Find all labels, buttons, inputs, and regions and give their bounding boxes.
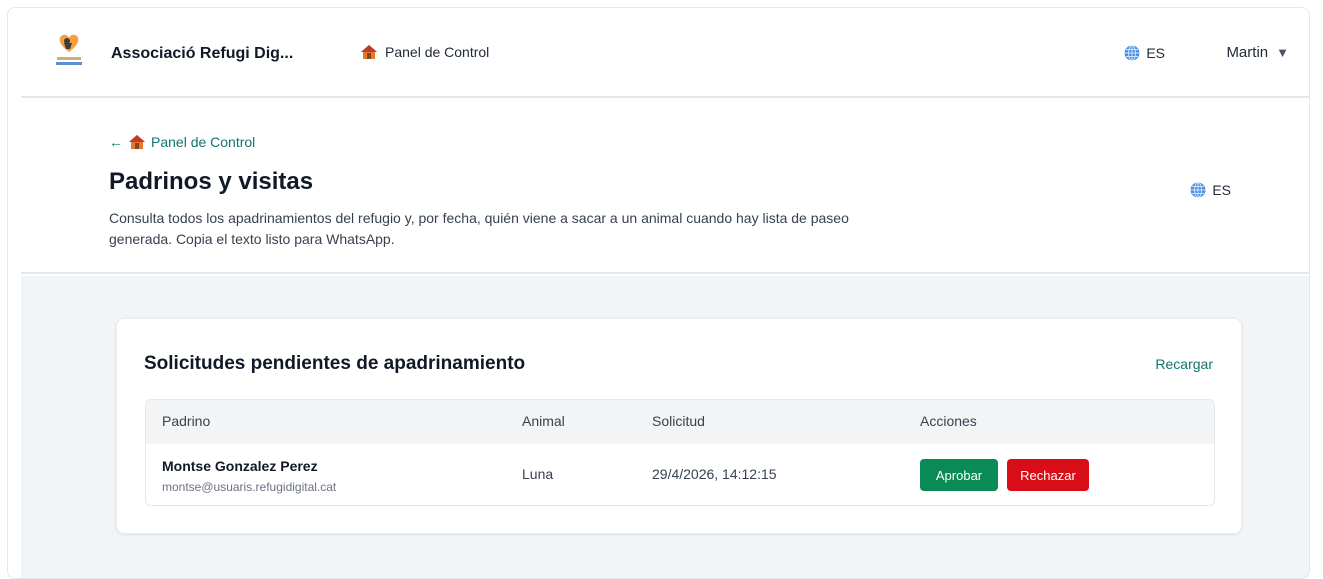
globe-icon <box>1190 182 1206 198</box>
page-header: ← Panel de Control Padrinos y visitas Co… <box>21 100 1309 274</box>
page-description: Consulta todos los apadrinamientos del r… <box>109 210 849 247</box>
arrow-left-icon: ← <box>109 134 123 150</box>
column-header-solicitud: Solicitud <box>652 413 705 429</box>
top-navbar: Associació Refugi Dig... Panel de Contro… <box>21 8 1309 98</box>
language-label: ES <box>1146 45 1165 61</box>
table-row: Montse Gonzalez Perez montse@usuaris.ref… <box>146 444 1214 505</box>
reload-button[interactable]: Recargar <box>1155 356 1213 372</box>
user-menu[interactable]: Martin ▼ <box>1226 44 1289 61</box>
breadcrumb-back-label: Panel de Control <box>151 134 256 150</box>
column-header-acciones: Acciones <box>920 413 977 429</box>
sponsor-email: montse@usuaris.refugidigital.cat <box>162 480 337 494</box>
app-window: Associació Refugi Dig... Panel de Contro… <box>7 7 1310 579</box>
animal-name: Luna <box>522 466 554 482</box>
page-title: Padrinos y visitas <box>109 168 314 195</box>
chevron-down-icon: ▼ <box>1276 45 1289 60</box>
pending-requests-card: Solicitudes pendientes de apadrinamiento… <box>116 318 1242 534</box>
language-selector[interactable]: ES <box>1124 45 1165 61</box>
approve-button[interactable]: Aprobar <box>920 459 998 491</box>
nav-control-panel-label: Panel de Control <box>385 44 490 60</box>
user-name: Martin <box>1226 44 1269 61</box>
column-header-animal: Animal <box>522 413 565 429</box>
shelter-logo-icon[interactable] <box>54 30 84 68</box>
house-icon <box>361 45 377 59</box>
nav-control-panel-link[interactable]: Panel de Control <box>361 44 489 60</box>
main-content: Solicitudes pendientes de apadrinamiento… <box>21 276 1309 578</box>
language-label: ES <box>1212 182 1231 198</box>
request-date: 29/4/2026, 14:12:15 <box>652 466 777 482</box>
sponsor-name: Montse Gonzalez Perez <box>162 458 318 474</box>
requests-table: Padrino Animal Solicitud Acciones Montse… <box>145 399 1215 506</box>
column-header-padrino: Padrino <box>162 413 211 429</box>
language-selector-secondary[interactable]: ES <box>1190 182 1231 198</box>
house-icon <box>129 135 145 149</box>
card-title: Solicitudes pendientes de apadrinamiento <box>144 353 526 374</box>
breadcrumb-back-link[interactable]: ← Panel de Control <box>109 134 255 150</box>
app-brand[interactable]: Associació Refugi Dig... <box>111 45 293 63</box>
reject-button[interactable]: Rechazar <box>1007 459 1089 491</box>
table-header: Padrino Animal Solicitud Acciones <box>146 400 1214 444</box>
globe-icon <box>1124 45 1140 61</box>
